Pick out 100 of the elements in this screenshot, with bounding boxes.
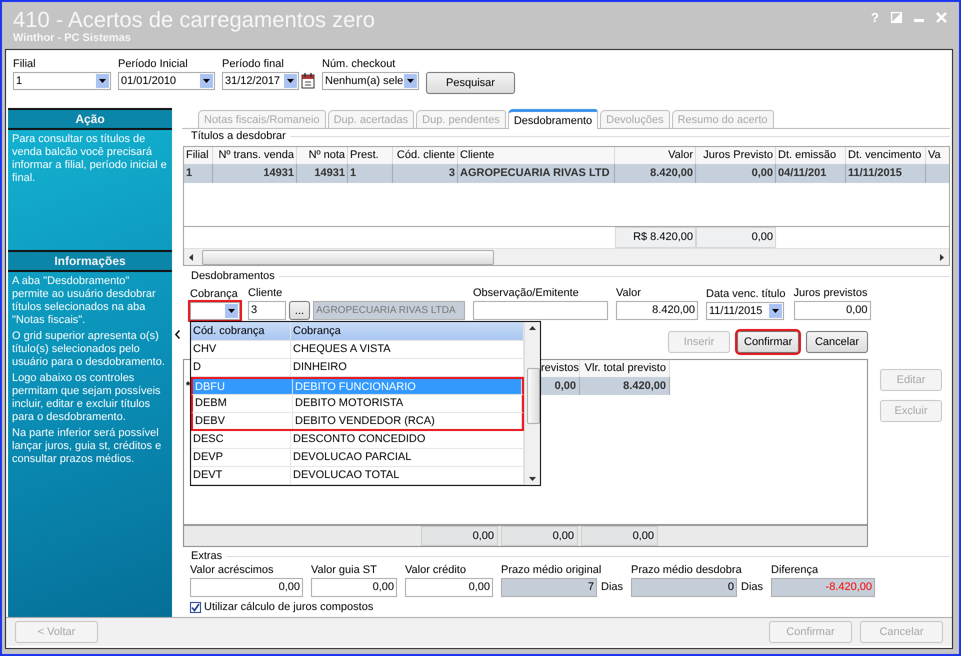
help-text: Logo abaixo os controles permitam que sejam possíveis incluir, editar e excluir títulos para o desdobramento.: [11, 371, 162, 424]
lookup-button[interactable]: ...: [289, 301, 310, 320]
field-label: Juros previstos: [794, 287, 868, 299]
table-cell: AGROPECUARIA RIVAS LTD: [458, 164, 615, 183]
row-marker: *: [184, 379, 192, 394]
field-label: Valor: [616, 287, 642, 299]
table-row[interactable]: 1 14931 14931 1 3 AGROPECUARIA RIVAS LTD 8.420,00 0,00 04/11/201 11/11/2015: [184, 164, 949, 183]
total-cell: 0,00: [501, 526, 578, 546]
table-cell: 0,00: [696, 164, 776, 183]
table-cell: 1: [184, 164, 213, 183]
combo-box[interactable]: 01/01/2010: [118, 72, 215, 90]
readonly-field: -8.420,00: [771, 578, 876, 597]
field-label: Cobrança: [190, 288, 239, 300]
checkbox[interactable]: [190, 602, 201, 612]
unit-label: Dias: [600, 580, 624, 595]
date-field[interactable]: 11/11/2015: [706, 302, 784, 320]
field-label: Cliente: [248, 287, 284, 299]
total-cell: R$ 8.420,00: [615, 227, 696, 248]
button[interactable]: Confirmar: [737, 331, 799, 353]
column-header[interactable]: Va: [926, 147, 949, 164]
panel-header: Ação: [8, 108, 172, 130]
list-item[interactable]: DEBV DEBITO VENDEDOR (RCA): [191, 413, 524, 431]
list-item[interactable]: DEVT DEVOLUCAO TOTAL: [191, 467, 524, 485]
column-header[interactable]: Dt. vencimento: [846, 147, 926, 164]
table-cell: 1: [348, 164, 393, 183]
input-field[interactable]: [473, 301, 608, 320]
unit-label: Dias: [740, 580, 764, 595]
table-cell: 14931: [297, 164, 348, 183]
table-cell: 3: [393, 164, 458, 183]
table-cell: 0,00: [541, 377, 580, 395]
field-label: Data venc. título: [706, 288, 786, 300]
arrow-down-icon[interactable]: [529, 477, 536, 481]
field-label: Diferença: [771, 564, 820, 576]
panel-header: Informações: [8, 250, 172, 272]
readonly-field: 7: [501, 578, 597, 597]
list-item[interactable]: DESC DESCONTO CONCEDIDO: [191, 431, 524, 449]
total-cell: 0,00: [696, 227, 776, 248]
caret-icon[interactable]: [96, 74, 109, 88]
column-header[interactable]: Prest.: [348, 147, 393, 164]
column-header[interactable]: Cód. cobrança: [191, 322, 291, 341]
input-field[interactable]: 0,00: [405, 578, 493, 597]
column-header[interactable]: Cód. cliente: [393, 147, 458, 164]
list-item[interactable]: DEVP DEVOLUCAO PARCIAL: [191, 449, 524, 467]
button[interactable]: Cancelar: [806, 331, 868, 353]
combo-box[interactable]: Nenhum(a) sele: [322, 72, 419, 90]
caret-icon[interactable]: [769, 304, 782, 318]
column-header[interactable]: Nº trans. venda: [213, 147, 297, 164]
column-header[interactable]: Cliente: [458, 147, 615, 164]
group-title: Títulos a desdobrar: [191, 130, 286, 142]
chevron-left-icon[interactable]: [174, 330, 180, 339]
table-cell: 14931: [213, 164, 297, 183]
readonly-field: 0: [631, 578, 738, 597]
field-label: Período Inicial: [118, 58, 189, 70]
group-title: Extras: [191, 550, 222, 562]
column-header[interactable]: Valor: [615, 147, 696, 164]
total-cell: 0,00: [421, 526, 498, 546]
caret-icon[interactable]: [225, 304, 238, 318]
date-field[interactable]: 31/12/2017: [222, 72, 299, 90]
table-cell: 8.420,00: [615, 164, 696, 183]
help-text: O grid superior apresenta o(s) título(s) selecionados pelo usuário para o desdobramento.: [11, 329, 166, 369]
arrow-left-icon[interactable]: [189, 254, 193, 260]
input-field[interactable]: 0,00: [794, 301, 870, 320]
table-cell: 11/11/2015: [846, 164, 926, 183]
input-field[interactable]: 0,00: [190, 578, 303, 597]
checkbox-label[interactable]: Utilizar cálculo de juros compostos: [204, 601, 374, 613]
field-label: Prazo médio original: [501, 564, 602, 576]
field-label: Valor crédito: [405, 564, 467, 576]
caret-icon[interactable]: [404, 74, 417, 88]
column-header[interactable]: Nº nota: [297, 147, 348, 164]
table-cell: 04/11/201: [776, 164, 846, 183]
input-field[interactable]: 8.420,00: [616, 301, 698, 320]
combo-box[interactable]: 1: [13, 72, 111, 90]
help-text: Na parte inferior será possível lançar juros, guia st, créditos e consultar prazos médios.: [11, 426, 162, 466]
input-field[interactable]: 0,00: [311, 578, 397, 597]
arrow-right-icon[interactable]: [940, 254, 944, 260]
total-cell: 0,00: [581, 526, 658, 546]
field-label: Núm. checkout: [322, 58, 396, 70]
field-label: Observação/Emitente: [473, 287, 580, 299]
tab[interactable]: Desdobramento: [508, 109, 598, 129]
list-item[interactable]: DEBM DEBITO MOTORISTA: [191, 395, 524, 413]
column-header[interactable]: Dt. emissão: [776, 147, 846, 164]
column-header[interactable]: revistos: [541, 360, 580, 377]
arrow-up-icon[interactable]: [529, 326, 536, 330]
table-cell: 8.420,00: [580, 377, 670, 395]
help-text: A aba "Desdobramento" permite ao usuário desdobrar títulos selecionados na aba "Notas fiscais".: [11, 274, 157, 327]
scrollbar[interactable]: [184, 248, 949, 265]
column-header[interactable]: Juros Previsto: [696, 147, 776, 164]
input-field[interactable]: 3: [248, 301, 286, 320]
scrollbar[interactable]: [524, 322, 540, 485]
field-label: Valor guia ST: [311, 564, 378, 576]
column-header[interactable]: Filial: [184, 147, 213, 164]
field-label: Prazo médio desdobra: [631, 564, 743, 576]
list-item[interactable]: CHV CHEQUES A VISTA: [191, 341, 524, 359]
column-header[interactable]: Vlr. total previsto: [580, 360, 670, 377]
client-name-field: AGROPECUARIA RIVAS LTDA: [313, 301, 465, 320]
field-label: Período final: [222, 58, 285, 70]
caret-icon[interactable]: [200, 74, 213, 88]
search-button[interactable]: Pesquisar: [426, 72, 515, 94]
caret-icon[interactable]: [284, 74, 297, 88]
calendar-icon[interactable]: [301, 73, 315, 89]
